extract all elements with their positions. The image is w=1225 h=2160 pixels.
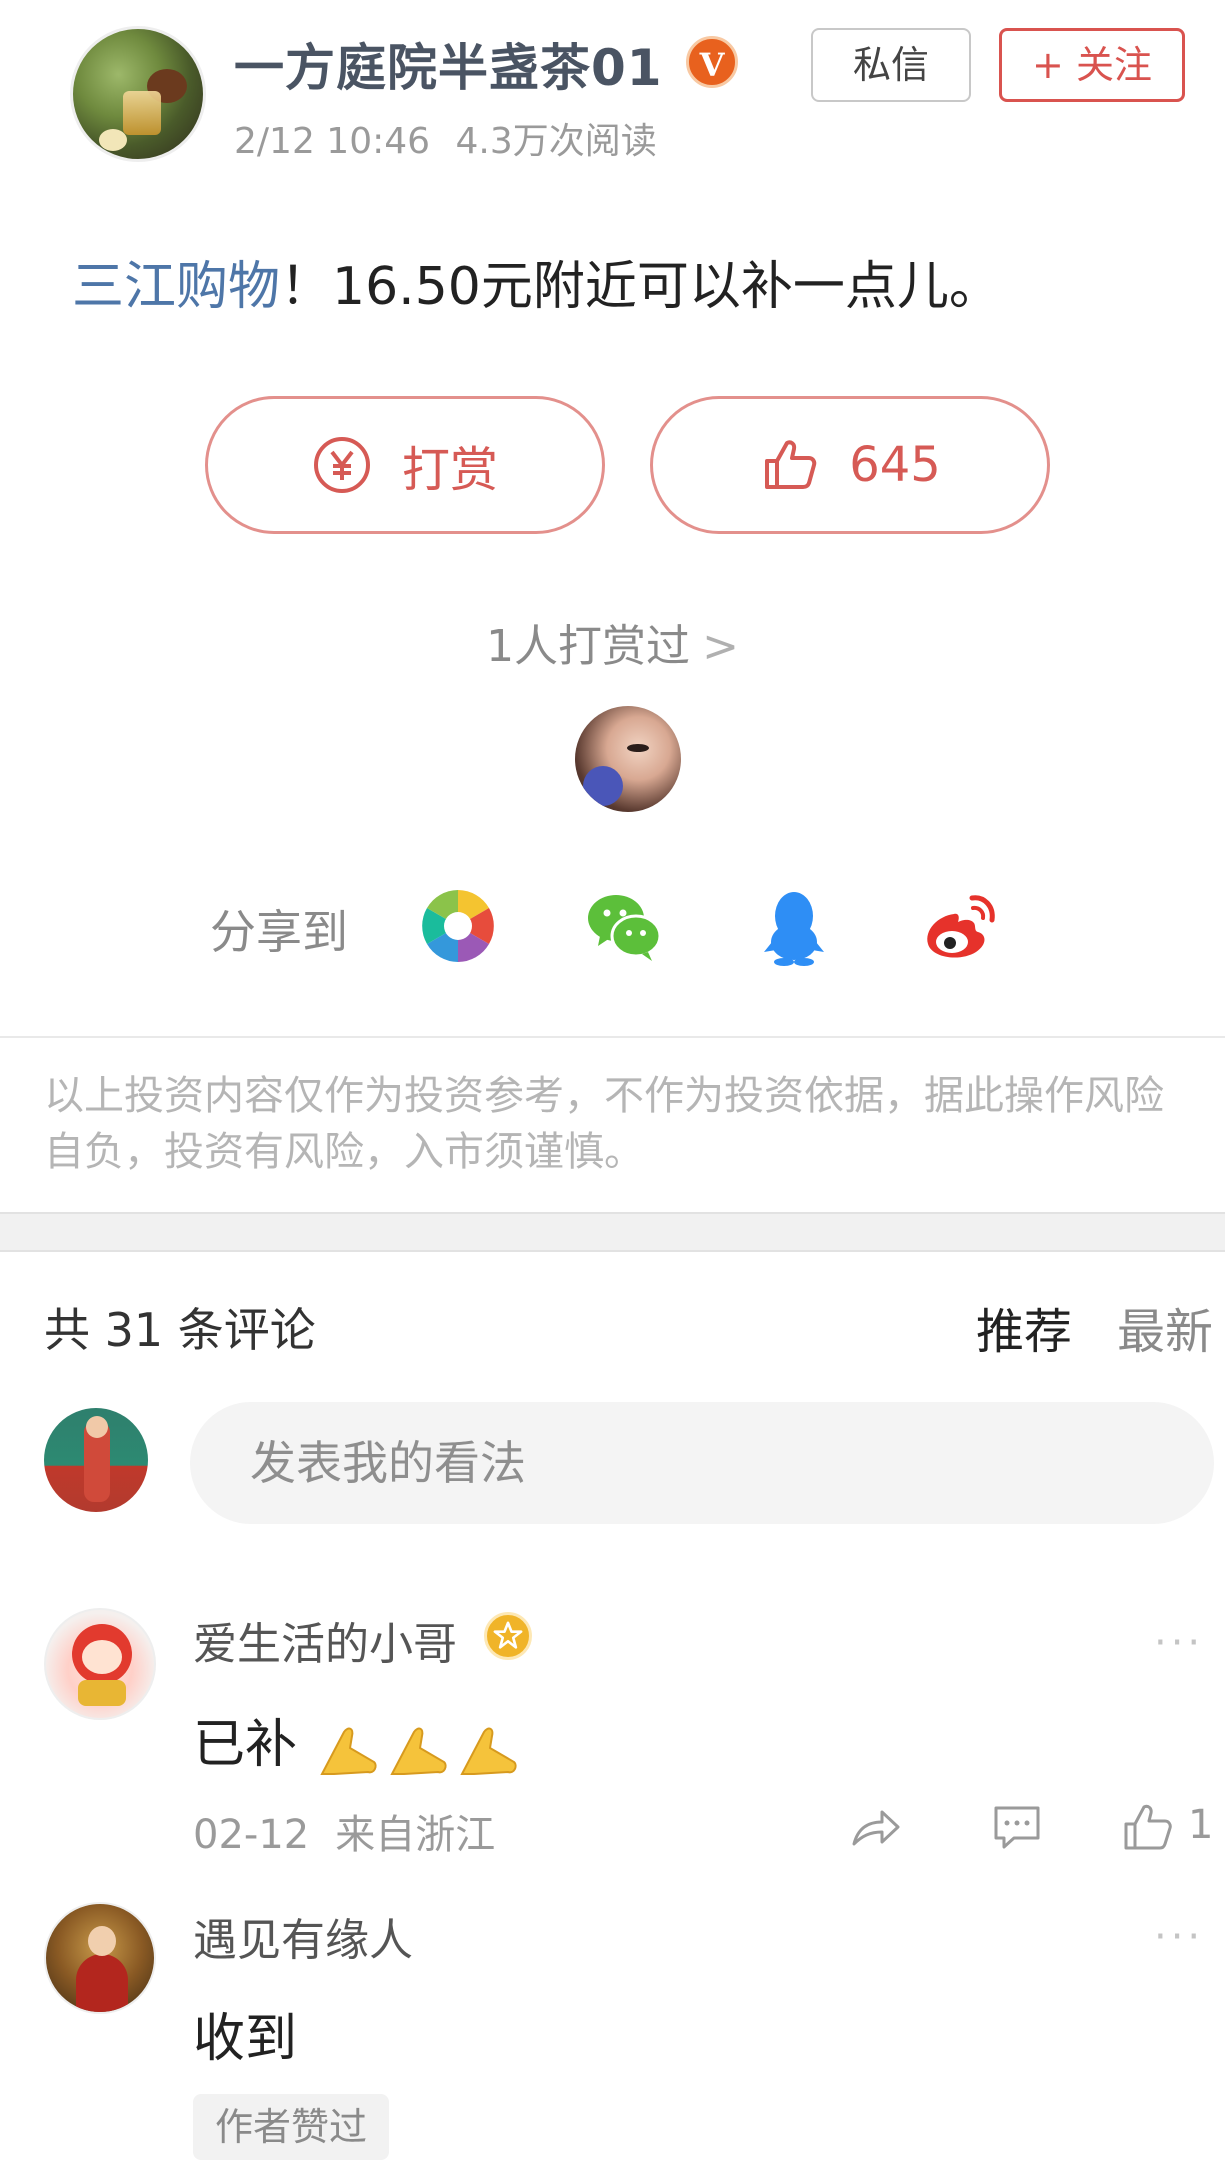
gold-shape	[78, 1680, 126, 1706]
dm-button[interactable]: 私信	[811, 28, 971, 102]
reply-icon[interactable]	[990, 1800, 1044, 1854]
eye-shape	[627, 744, 649, 752]
tippers-label: 1人打赏过	[486, 621, 691, 672]
commenter-name[interactable]: 爱生活的小哥	[193, 1608, 457, 1672]
praying-hands-icon	[459, 1727, 517, 1775]
commenter-avatar[interactable]	[44, 1608, 156, 1720]
commenter-name[interactable]: 遇见有缘人	[193, 1904, 413, 1968]
praying-hands-icon	[319, 1727, 377, 1775]
moments-icon[interactable]	[418, 886, 498, 966]
praying-hands-icon	[389, 1727, 447, 1775]
sort-recommended-tab[interactable]: 推荐	[976, 1292, 1072, 1362]
verified-badge-icon: V	[686, 36, 738, 88]
post-text: ！16.50元附近可以补一点儿。	[280, 257, 1001, 317]
dress-shape	[76, 1954, 128, 2012]
weibo-icon[interactable]	[920, 886, 1000, 966]
share-label: 分享到	[210, 905, 348, 959]
comment-input[interactable]: 发表我的看法	[190, 1402, 1214, 1524]
divider	[0, 1036, 1225, 1038]
section-gap	[0, 1212, 1225, 1252]
more-options-icon[interactable]: ···	[1154, 1620, 1204, 1666]
author-avatar[interactable]	[70, 26, 206, 162]
disclaimer-text: 以上投资内容仅作为投资参考，不作为投资依据，据此操作风险自负，投资有风险，入市须…	[44, 1073, 1164, 1175]
face-shape	[82, 1640, 122, 1674]
share-icon[interactable]	[848, 1800, 902, 1854]
author-liked-badge: 作者赞过	[193, 2094, 390, 2160]
commenter-avatar[interactable]	[44, 1902, 156, 2014]
head-shape	[86, 1416, 108, 1438]
wechat-icon[interactable]	[584, 886, 664, 966]
tippers-link[interactable]: 1人打赏过 >	[0, 610, 1225, 674]
read-count: 4.3万次阅读	[455, 121, 657, 162]
comment-count: 共 31 条评论	[44, 1303, 316, 1357]
tip-label: 打赏	[401, 442, 498, 498]
comment-meta: 02-12 来自浙江	[193, 1802, 495, 1860]
comment-date: 02-12	[193, 1812, 310, 1858]
comment-body: 已补	[193, 1715, 298, 1775]
post-timestamp: 2/12 10:46	[234, 121, 431, 162]
post-meta: 2/12 10:46 4.3万次阅读	[234, 112, 657, 164]
head-shape	[88, 1926, 116, 1956]
comment-text: 已补	[193, 1702, 524, 1778]
post-body: 三江购物！16.50元附近可以补一点儿。	[72, 244, 1001, 319]
comment-text: 收到	[193, 2009, 298, 2069]
teacup-shape	[123, 91, 161, 135]
star-badge-icon	[484, 1612, 532, 1660]
current-user-avatar	[44, 1408, 148, 1512]
tip-button[interactable]: 打赏	[205, 396, 605, 534]
author-name[interactable]: 一方庭院半盏茶01	[234, 28, 663, 100]
stock-link[interactable]: 三江购物	[72, 257, 280, 317]
qq-icon[interactable]	[754, 886, 834, 966]
thumbs-up-icon	[765, 440, 817, 489]
thumbs-up-icon[interactable]	[1120, 1800, 1174, 1854]
tipper-avatar[interactable]	[575, 706, 681, 812]
more-options-icon[interactable]: ···	[1154, 1914, 1204, 1960]
saucer-shape	[99, 129, 127, 151]
follow-button[interactable]: + 关注	[999, 28, 1185, 102]
like-count: 645	[849, 437, 941, 493]
comment-like-count: 1	[1188, 1802, 1214, 1848]
comment-location: 来自浙江	[335, 1812, 496, 1858]
chevron-right-icon: >	[702, 621, 739, 672]
sort-latest-tab[interactable]: 最新	[1117, 1292, 1213, 1362]
yen-circle-icon	[313, 437, 370, 493]
like-button[interactable]: 645	[650, 396, 1050, 534]
flower-shape	[583, 766, 623, 806]
